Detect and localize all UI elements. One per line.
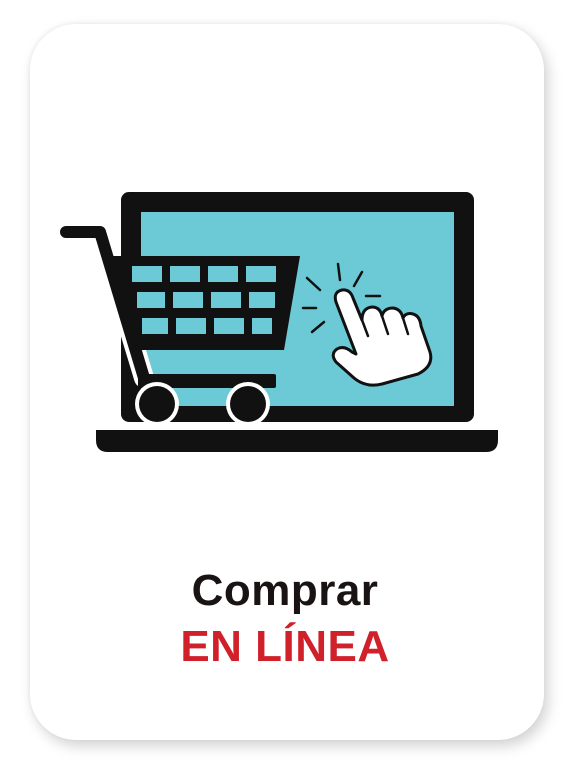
title-line-comprar: Comprar: [191, 566, 379, 615]
title-line-en-linea: EN LÍNEA: [180, 622, 390, 671]
